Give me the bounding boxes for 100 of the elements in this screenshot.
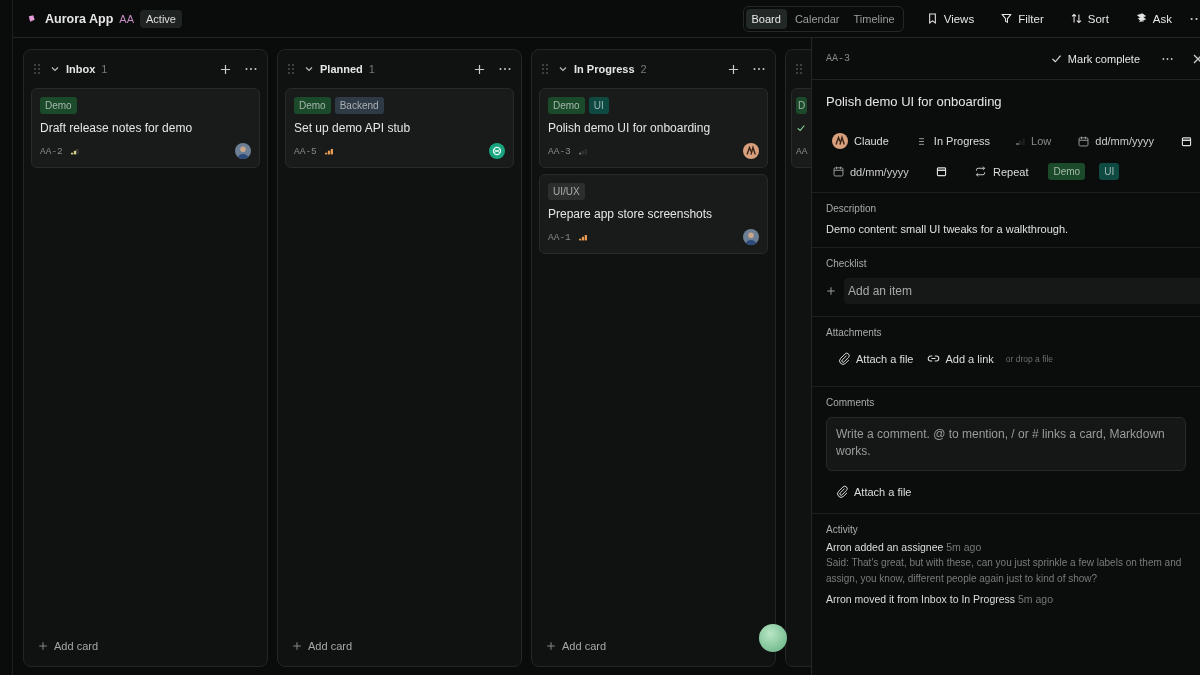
more-icon[interactable] bbox=[245, 67, 257, 71]
toolbar-button[interactable]: Ask bbox=[1126, 8, 1180, 29]
card-title: Polish demo UI for onboarding bbox=[548, 121, 711, 135]
plus-icon bbox=[292, 641, 302, 651]
activity-time: 5m ago bbox=[946, 541, 982, 553]
app-name: Aurora App bbox=[45, 11, 114, 26]
card-title: Prepare app store screenshots bbox=[548, 207, 713, 221]
card-id: AA-2 bbox=[40, 145, 63, 157]
calendar-icon[interactable] bbox=[935, 165, 948, 178]
calendar-icon bbox=[832, 165, 845, 178]
more-icon[interactable] bbox=[1190, 16, 1200, 21]
drag-handle-icon[interactable] bbox=[542, 64, 548, 74]
priority-icon bbox=[578, 233, 587, 241]
mark-complete-button[interactable]: Mark complete bbox=[1043, 51, 1146, 66]
plus-icon bbox=[546, 641, 556, 651]
task-card[interactable]: Demo UI Polish demo UI for onboarding AA-3 bbox=[539, 88, 768, 168]
comment-field[interactable]: Write a comment. @ to mention, / or # links a card, Markdown works. bbox=[826, 417, 1186, 471]
task-card[interactable]: Demo Draft release notes for demo AA-2 bbox=[31, 88, 260, 168]
section-heading: Checklist bbox=[826, 258, 868, 269]
attach-file-button[interactable]: Attach a file bbox=[834, 482, 914, 501]
link-icon bbox=[927, 352, 941, 365]
activity-quote: Said: That's great, but with these, can you just sprinkle a few labels on them and assign, you know, different people again just to kind of show? bbox=[826, 556, 1183, 586]
card-id: AA-3 bbox=[826, 53, 850, 64]
activity-time: 5m ago bbox=[1018, 593, 1054, 605]
status-button[interactable]: In Progress bbox=[908, 130, 997, 152]
task-card[interactable]: UI/UX Prepare app store screenshots AA-1 bbox=[539, 174, 768, 254]
attachment-button[interactable]: Add a link bbox=[925, 349, 996, 368]
toolbar-button[interactable]: Views bbox=[917, 8, 983, 29]
view-tab[interactable]: Board bbox=[745, 8, 787, 29]
more-icon[interactable] bbox=[1162, 56, 1173, 61]
activity-text: Arron added an assignee bbox=[826, 541, 944, 553]
checklist-input[interactable]: Add an item bbox=[844, 278, 1200, 304]
card-id: AA bbox=[796, 145, 808, 157]
chevron-icon[interactable] bbox=[50, 64, 60, 74]
section-heading: Description bbox=[826, 203, 878, 214]
task-card[interactable]: D AA bbox=[791, 88, 811, 168]
paperclip-icon bbox=[838, 352, 851, 365]
avatar bbox=[743, 229, 759, 245]
card-id: AA-5 bbox=[294, 145, 317, 157]
tag: Backend bbox=[334, 97, 384, 114]
repeat-button[interactable]: Repeat bbox=[968, 161, 1035, 182]
chevron-icon[interactable] bbox=[558, 64, 568, 74]
priority-icon bbox=[1016, 137, 1026, 145]
add-card-button[interactable]: Add card bbox=[532, 626, 621, 666]
avatar bbox=[743, 143, 759, 159]
priority-icon bbox=[578, 147, 587, 155]
app-logo-icon bbox=[27, 14, 36, 23]
task-card[interactable]: Demo Backend Set up demo API stub AA-5 bbox=[285, 88, 514, 168]
paperclip-icon bbox=[836, 485, 849, 498]
add-card-button[interactable]: Add card bbox=[24, 626, 113, 666]
drag-handle-icon[interactable] bbox=[796, 64, 802, 74]
status-badge: Active bbox=[140, 9, 182, 28]
add-icon[interactable] bbox=[220, 63, 231, 75]
plus-icon bbox=[38, 641, 48, 651]
attachment-button[interactable]: Attach a file bbox=[836, 349, 916, 368]
view-tab[interactable]: Calendar bbox=[788, 8, 846, 29]
card-title: Set up demo API stub bbox=[294, 121, 411, 135]
card-count: 1 bbox=[368, 63, 375, 75]
card-title: Polish demo UI for onboarding bbox=[826, 94, 1003, 109]
card-id: AA-3 bbox=[548, 145, 571, 157]
priority-button[interactable]: Low bbox=[1010, 131, 1058, 151]
calendar-icon[interactable] bbox=[1180, 134, 1194, 148]
add-icon[interactable] bbox=[728, 63, 739, 75]
tag: UI bbox=[1099, 163, 1120, 180]
tag: UI bbox=[588, 97, 609, 114]
section-heading: Comments bbox=[826, 397, 876, 408]
app-initials: AA bbox=[119, 12, 134, 25]
drag-handle-icon[interactable] bbox=[288, 64, 294, 74]
calendar-icon bbox=[1077, 134, 1091, 148]
tag: Demo bbox=[294, 97, 331, 114]
more-icon[interactable] bbox=[753, 67, 765, 71]
sort-icon bbox=[1069, 12, 1083, 25]
card-id: AA-1 bbox=[548, 231, 571, 243]
section-heading: Activity bbox=[826, 524, 859, 535]
tag: Demo bbox=[548, 97, 585, 114]
toolbar-button[interactable]: Sort bbox=[1061, 8, 1117, 29]
drop-hint: or drop a file bbox=[1005, 353, 1054, 364]
due-date-field[interactable]: dd/mm/yyyy bbox=[1095, 135, 1166, 147]
view-tab[interactable]: Timeline bbox=[847, 8, 901, 29]
assignee-button[interactable]: Claude bbox=[826, 129, 895, 153]
card-count: 1 bbox=[101, 63, 108, 75]
card-title: Draft release notes for demo bbox=[40, 121, 193, 135]
tag: D bbox=[796, 97, 808, 114]
chevron-icon[interactable] bbox=[304, 64, 314, 74]
tag: Demo bbox=[1048, 163, 1086, 180]
card-count: 2 bbox=[640, 63, 647, 75]
section-heading: Attachments bbox=[826, 327, 883, 338]
add-card-button[interactable]: Add card bbox=[278, 626, 367, 666]
start-date-field[interactable]: dd/mm/yyyy bbox=[850, 165, 920, 178]
toolbar-button[interactable]: Filter bbox=[992, 8, 1052, 29]
more-icon[interactable] bbox=[499, 67, 511, 71]
column-title: In Progress bbox=[574, 63, 635, 75]
activity-text: Arron moved it from Inbox to In Progress bbox=[826, 593, 1016, 605]
avatar bbox=[832, 133, 848, 149]
add-icon[interactable] bbox=[474, 63, 485, 75]
column-title: Planned bbox=[320, 63, 363, 75]
close-icon[interactable] bbox=[1193, 53, 1200, 64]
column-title: Inbox bbox=[66, 63, 96, 75]
avatar bbox=[235, 143, 251, 159]
drag-handle-icon[interactable] bbox=[34, 64, 40, 74]
